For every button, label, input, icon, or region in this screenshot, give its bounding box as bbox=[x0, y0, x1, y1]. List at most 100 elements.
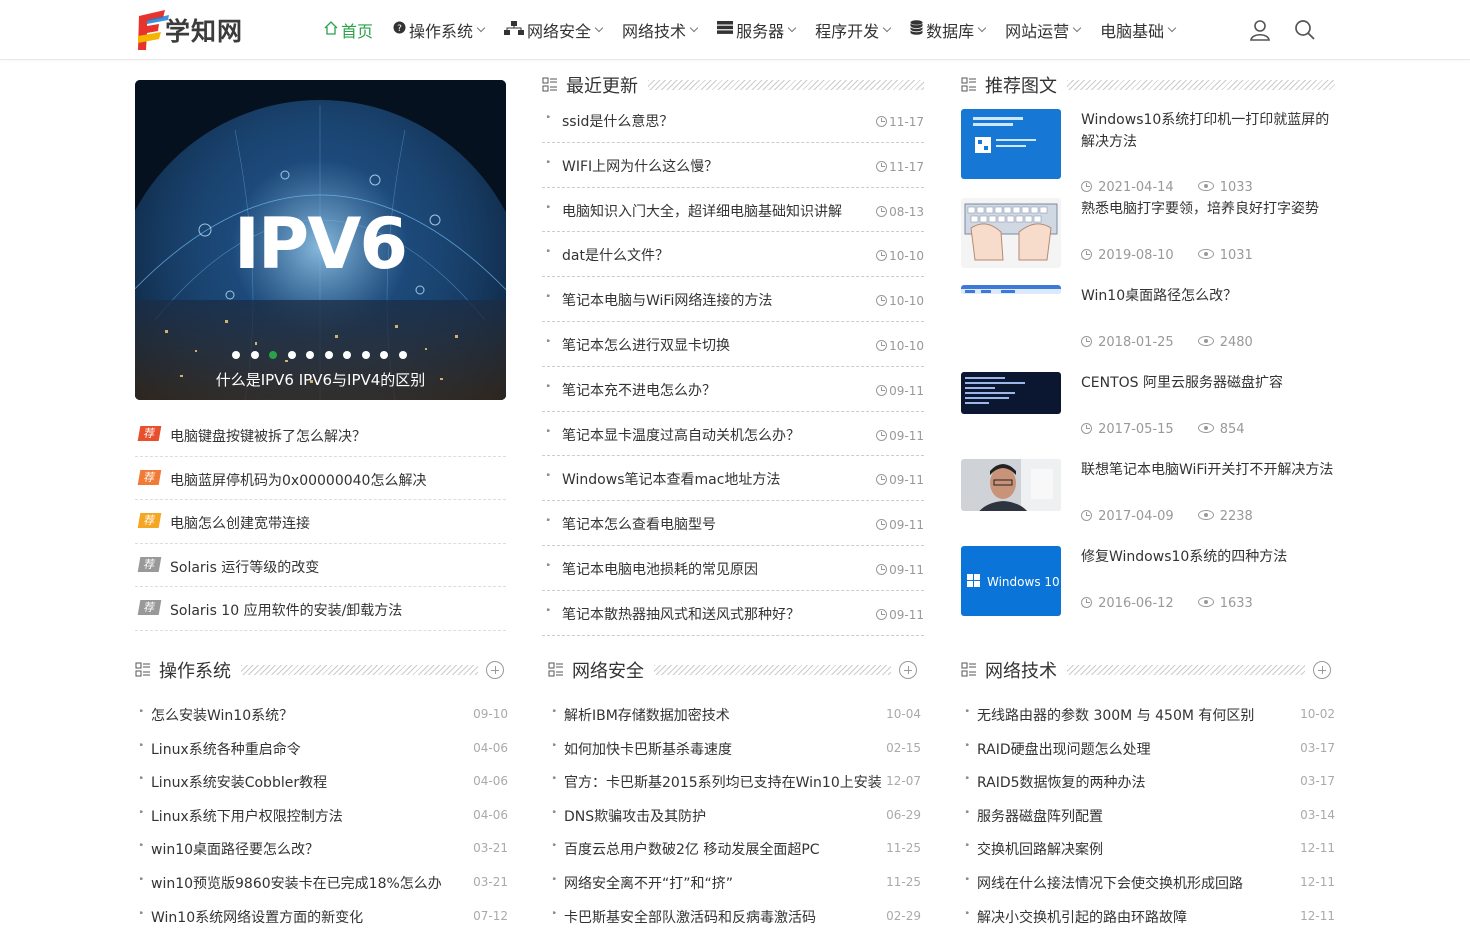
column-item-title[interactable]: Win10系统网络设置方面的新变化 bbox=[151, 907, 363, 927]
slider-dot[interactable] bbox=[324, 351, 333, 359]
recommend-title[interactable]: 电脑怎么创建宽带连接 bbox=[170, 513, 310, 533]
latest-item[interactable]: ⁍ 电脑知识入门大全，超详细电脑基础知识讲解 08-13 bbox=[542, 188, 924, 233]
nav-item-7[interactable]: 网站运营 bbox=[1005, 18, 1082, 42]
column-item-title[interactable]: 卡巴斯基安全部队激活码和反病毒激活码 bbox=[564, 907, 816, 927]
latest-item-title[interactable]: 笔记本电脑与WiFi网络连接的方法 bbox=[562, 290, 772, 310]
column-item-title[interactable]: RAID5数据恢复的两种办法 bbox=[977, 772, 1146, 792]
column-item[interactable]: ⁍ DNS欺骗攻击及其防护 06-29 bbox=[548, 799, 921, 833]
column-item-title[interactable]: 无线路由器的参数 300M 与 450M 有何区别 bbox=[977, 705, 1254, 725]
column-item-title[interactable]: win10桌面路径要怎么改？ bbox=[151, 839, 319, 859]
featured-title[interactable]: 联想笔记本电脑WiFi开关打不开解决方法 bbox=[1081, 459, 1336, 481]
column-item-title[interactable]: DNS欺骗攻击及其防护 bbox=[564, 806, 706, 826]
featured-thumbnail[interactable] bbox=[961, 372, 1061, 414]
nav-item-4[interactable]: 服务器 bbox=[717, 18, 797, 42]
column-item-title[interactable]: 官方：卡巴斯基2015系列均已支持在Win10上安装 bbox=[564, 772, 882, 792]
featured-item[interactable]: 熟悉电脑打字要领，培养良好打字姿势 2019-08-10 1031 bbox=[961, 198, 1335, 270]
latest-item[interactable]: ⁍ WIFI上网为什么这么慢？ 11-17 bbox=[542, 143, 924, 188]
column-item-title[interactable]: 网络安全离不开“打”和“挤” bbox=[564, 873, 733, 893]
latest-item[interactable]: ⁍ dat是什么文件？ 10-10 bbox=[542, 232, 924, 278]
nav-item-5[interactable]: 程序开发 bbox=[815, 18, 892, 42]
featured-title[interactable]: 熟悉电脑打字要领，培养良好打字姿势 bbox=[1081, 198, 1336, 220]
column-item[interactable]: ⁍ 无线路由器的参数 300M 与 450M 有何区别 10-02 bbox=[961, 698, 1335, 732]
slider-dot[interactable] bbox=[380, 351, 388, 359]
latest-item[interactable]: ⁍ 笔记本电脑电池损耗的常见原因 09-11 bbox=[542, 546, 924, 591]
featured-item[interactable]: 联想笔记本电脑WiFi开关打不开解决方法 2017-04-09 2238 bbox=[961, 459, 1335, 531]
column-item[interactable]: ⁍ Linux系统各种重启命令 04-06 bbox=[135, 732, 508, 766]
nav-item-1[interactable]: ? 操作系统 bbox=[393, 18, 486, 42]
column-item[interactable]: ⁍ 解析IBM存储数据加密技术 10-04 bbox=[548, 698, 921, 732]
recommend-title[interactable]: 电脑蓝屏停机码为0x00000040怎么解决 bbox=[170, 470, 426, 490]
column-item[interactable]: ⁍ 网络安全离不开“打”和“挤” 11-25 bbox=[548, 866, 921, 900]
latest-item[interactable]: ⁍ 笔记本散热器抽风式和送风式那种好？ 09-11 bbox=[542, 591, 924, 636]
column-item[interactable]: ⁍ 卡巴斯基安全部队激活码和反病毒激活码 02-29 bbox=[548, 900, 921, 933]
column-item[interactable]: ⁍ win10预览版9860安装卡在已完成18%怎么办 03-21 bbox=[135, 866, 508, 900]
nav-item-0[interactable]: 首页 bbox=[324, 18, 373, 42]
slider-dot[interactable] bbox=[287, 351, 296, 359]
latest-item[interactable]: ⁍ 笔记本怎么进行双显卡切换 10-10 bbox=[542, 322, 924, 367]
recommend-title[interactable]: Solaris 运行等级的改变 bbox=[170, 557, 319, 577]
slider-dot[interactable] bbox=[306, 351, 314, 359]
latest-item[interactable]: ⁍ 笔记本充不进电怎么办？ 09-11 bbox=[542, 367, 924, 412]
column-item-title[interactable]: 如何加快卡巴斯基杀毒速度 bbox=[564, 739, 732, 759]
featured-item[interactable]: Windows 10 修复Windows10系统的四种方法 2016-06-12 1… bbox=[961, 546, 1335, 618]
nav-item-2[interactable]: 网络安全 bbox=[504, 18, 604, 42]
column-item-title[interactable]: win10预览版9860安装卡在已完成18%怎么办 bbox=[151, 873, 442, 893]
column-item-title[interactable]: Linux系统下用户权限控制方法 bbox=[151, 806, 343, 826]
column-item-title[interactable]: 交换机回路解决案例 bbox=[977, 839, 1103, 859]
featured-title[interactable]: Win10桌面路径怎么改？ bbox=[1081, 285, 1336, 307]
column-item[interactable]: ⁍ 如何加快卡巴斯基杀毒速度 02-15 bbox=[548, 732, 921, 766]
latest-item-title[interactable]: Windows笔记本查看mac地址方法 bbox=[562, 469, 780, 489]
column-item-title[interactable]: 解析IBM存储数据加密技术 bbox=[564, 705, 730, 725]
nav-item-8[interactable]: 电脑基础 bbox=[1100, 18, 1177, 42]
column-item-title[interactable]: RAID硬盘出现问题怎么处理 bbox=[977, 739, 1151, 759]
recommend-item[interactable]: 荐电脑怎么创建宽带连接 bbox=[135, 500, 506, 544]
slider-dot[interactable] bbox=[343, 351, 351, 359]
column-item-title[interactable]: Linux系统各种重启命令 bbox=[151, 739, 301, 759]
latest-item-title[interactable]: 电脑知识入门大全，超详细电脑基础知识讲解 bbox=[562, 201, 842, 221]
latest-item-title[interactable]: WIFI上网为什么这么慢？ bbox=[562, 156, 718, 176]
recommend-item[interactable]: 荐 Solaris 运行等级的改变 bbox=[135, 544, 506, 588]
recommend-item[interactable]: 荐 Solaris 10 应用软件的安装/卸载方法 bbox=[135, 587, 506, 631]
column-item-title[interactable]: Linux系统安装Cobbler教程 bbox=[151, 772, 327, 792]
column-item[interactable]: ⁍ 官方：卡巴斯基2015系列均已支持在Win10上安装 12-07 bbox=[548, 765, 921, 799]
latest-item-title[interactable]: dat是什么文件？ bbox=[562, 245, 669, 265]
latest-item-title[interactable]: 笔记本充不进电怎么办？ bbox=[562, 380, 716, 400]
latest-item-title[interactable]: 笔记本怎么查看电脑型号 bbox=[562, 514, 716, 534]
latest-item[interactable]: ⁍ ssid是什么意思？ 11-17 bbox=[542, 98, 924, 143]
slider-dot[interactable] bbox=[250, 351, 259, 359]
featured-thumbnail[interactable] bbox=[961, 109, 1061, 179]
nav-item-3[interactable]: 网络技术 bbox=[622, 18, 699, 42]
column-item[interactable]: ⁍ Win10系统网络设置方面的新变化 07-12 bbox=[135, 900, 508, 933]
column-item[interactable]: ⁍ 交换机回路解决案例 12-11 bbox=[961, 832, 1335, 866]
column-item[interactable]: ⁍ 百度云总用户数破2亿 移动发展全面超PC 11-25 bbox=[548, 832, 921, 866]
column-item[interactable]: ⁍ 网线在什么接法情况下会使交换机形成回路 12-11 bbox=[961, 866, 1335, 900]
column-item[interactable]: ⁍ RAID5数据恢复的两种办法 03-17 bbox=[961, 765, 1335, 799]
slider-dot[interactable] bbox=[361, 351, 370, 359]
column-item[interactable]: ⁍ win10桌面路径要怎么改？ 03-21 bbox=[135, 832, 508, 866]
more-plus-icon[interactable] bbox=[1313, 661, 1331, 679]
featured-thumbnail[interactable]: Windows 10 bbox=[961, 546, 1061, 616]
slider-dot[interactable] bbox=[232, 351, 240, 359]
slider-dot[interactable] bbox=[269, 351, 277, 359]
user-icon[interactable] bbox=[1248, 18, 1272, 42]
more-plus-icon[interactable] bbox=[899, 661, 917, 679]
slider-dot[interactable] bbox=[398, 351, 407, 359]
recommend-title[interactable]: 电脑键盘按键被拆了怎么解决？ bbox=[170, 426, 366, 446]
latest-item[interactable]: ⁍ Windows笔记本查看mac地址方法 09-11 bbox=[542, 456, 924, 502]
column-item[interactable]: ⁍ RAID硬盘出现问题怎么处理 03-17 bbox=[961, 732, 1335, 766]
column-item[interactable]: ⁍ Linux系统安装Cobbler教程 04-06 bbox=[135, 765, 508, 799]
column-item[interactable]: ⁍ 怎么安装Win10系统？ 09-10 bbox=[135, 698, 508, 732]
featured-thumbnail[interactable] bbox=[961, 459, 1061, 511]
slider-caption[interactable]: 什么是IPV6 IPV6与IPV4的区别 bbox=[135, 369, 506, 390]
hero-slider[interactable]: IPV6 什么是IPV6 IPV6与IPV4的区别 bbox=[135, 80, 506, 400]
column-item-title[interactable]: 解决小交换机引起的路由环路故障 bbox=[977, 907, 1187, 927]
featured-title[interactable]: 修复Windows10系统的四种方法 bbox=[1081, 546, 1336, 568]
latest-item-title[interactable]: 笔记本怎么进行双显卡切换 bbox=[562, 335, 730, 355]
column-item-title[interactable]: 网线在什么接法情况下会使交换机形成回路 bbox=[977, 873, 1243, 893]
featured-item[interactable]: Windows10系统打印机一打印就蓝屏的解决方法 2021-04-14 1033 bbox=[961, 109, 1335, 195]
latest-item[interactable]: ⁍ 笔记本电脑与WiFi网络连接的方法 10-10 bbox=[542, 277, 924, 322]
latest-item[interactable]: ⁍ 笔记本怎么查看电脑型号 09-11 bbox=[542, 501, 924, 546]
recommend-item[interactable]: 荐电脑键盘按键被拆了怎么解决？ bbox=[135, 413, 506, 457]
column-item[interactable]: ⁍ 解决小交换机引起的路由环路故障 12-11 bbox=[961, 900, 1335, 933]
featured-thumbnail[interactable] bbox=[961, 285, 1061, 295]
